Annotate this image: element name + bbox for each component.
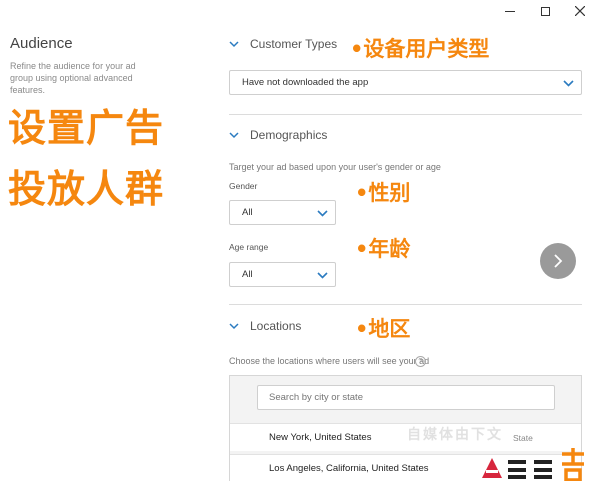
- help-icon[interactable]: ?: [415, 356, 426, 367]
- location-name: Los Angeles, California, United States: [269, 463, 429, 474]
- divider: [229, 304, 582, 305]
- page-description: Refine the audience for your ad group us…: [10, 61, 136, 95]
- customer-type-select[interactable]: Have not downloaded the app: [229, 70, 582, 95]
- demographics-description: Target your ad based upon your user's ge…: [229, 162, 441, 172]
- customer-types-section-toggle[interactable]: Customer Types: [229, 37, 337, 51]
- close-icon: [575, 6, 585, 16]
- divider: [229, 114, 582, 115]
- customer-type-value: Have not downloaded the app: [242, 77, 369, 88]
- annotation-customer-types: •设备用户类型: [350, 37, 490, 61]
- annotation-locations: •地区: [355, 317, 411, 341]
- gender-select[interactable]: All: [229, 200, 336, 225]
- gender-label: Gender: [229, 181, 258, 191]
- sidebar: Audience Refine the audience for your ad…: [0, 22, 207, 481]
- minimize-icon: [505, 10, 515, 12]
- locations-description: Choose the locations where users will se…: [229, 356, 430, 366]
- chevron-right-icon: [554, 254, 563, 268]
- age-range-label: Age range: [229, 242, 269, 252]
- chevron-down-icon: [563, 79, 574, 87]
- maximize-icon: [540, 6, 550, 16]
- location-search-input[interactable]: [257, 385, 555, 410]
- close-button[interactable]: [563, 0, 597, 22]
- chevron-down-icon: [229, 322, 239, 329]
- annotation-main-line2: 投放人群: [8, 167, 165, 211]
- maximize-button[interactable]: [528, 0, 562, 22]
- customer-types-heading: Customer Types: [250, 37, 338, 51]
- watermark-logo: [482, 448, 584, 481]
- chevron-down-icon: [229, 40, 239, 47]
- minimize-button[interactable]: [493, 0, 527, 22]
- demographics-heading: Demographics: [250, 128, 328, 142]
- location-type: State: [513, 432, 533, 443]
- location-name: New York, United States: [269, 432, 372, 443]
- next-button[interactable]: [540, 243, 576, 279]
- locations-section-toggle[interactable]: Locations: [229, 319, 301, 333]
- chevron-down-icon: [317, 271, 328, 279]
- chevron-down-icon: [229, 131, 239, 138]
- title-bar: [0, 0, 597, 22]
- locations-heading: Locations: [250, 319, 302, 333]
- page-title: Audience: [10, 35, 73, 52]
- demographics-section-toggle[interactable]: Demographics: [229, 128, 327, 142]
- age-range-select[interactable]: All: [229, 262, 336, 287]
- annotation-main-line1: 设置广告: [8, 106, 165, 150]
- annotation-age: •年龄: [355, 237, 411, 261]
- age-range-value: All: [242, 269, 253, 280]
- annotation-gender: •性别: [355, 181, 411, 205]
- chevron-down-icon: [317, 209, 328, 217]
- gender-value: All: [242, 207, 253, 218]
- watermark-text: 自媒体由下文: [407, 427, 503, 443]
